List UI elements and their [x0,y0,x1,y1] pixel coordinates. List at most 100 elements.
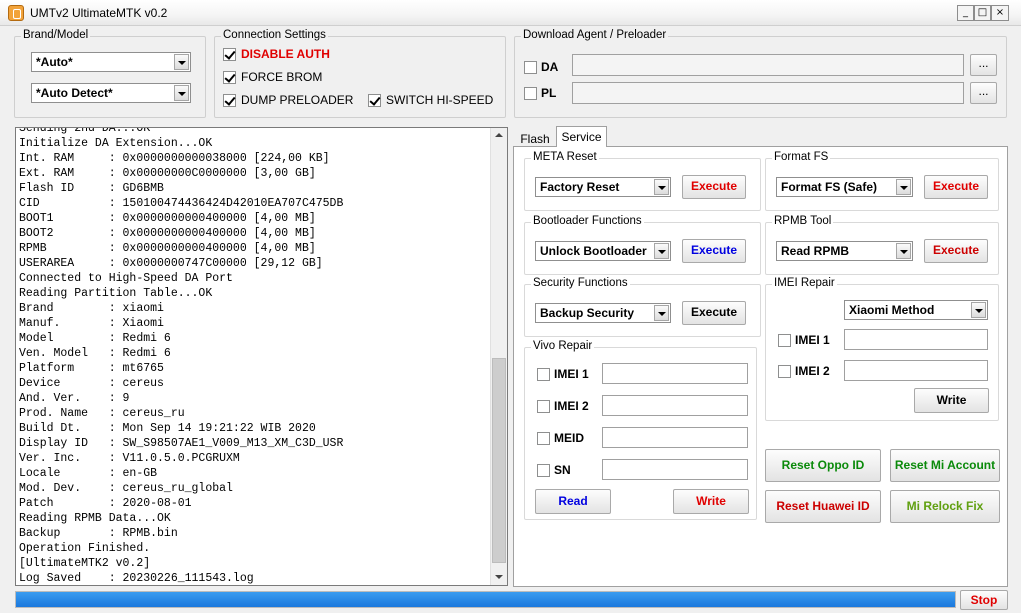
log-line: Log Saved : 20230226_111543.log [19,572,254,585]
vivo-repair-legend: Vivo Repair [531,340,595,352]
security-execute-button[interactable]: Execute [682,301,746,325]
rpmb-execute-button[interactable]: Execute [924,239,988,263]
reset-huawei-id-button[interactable]: Reset Huawei ID [765,490,881,523]
disable-auth-label: DISABLE AUTH [241,47,330,61]
format-fs-dropdown[interactable]: Format FS (Safe) [776,177,913,197]
meta-reset-execute-button[interactable]: Execute [682,175,746,199]
format-fs-value: Format FS (Safe) [781,180,878,194]
vivo-sn-checkbox[interactable] [537,464,550,477]
title-bar: UMTv2 UltimateMTK v0.2 _ □ × [0,0,1021,26]
model-dropdown[interactable]: *Auto Detect* [31,83,191,103]
model-dropdown-value: *Auto Detect* [36,86,113,100]
vivo-imei2-checkbox[interactable] [537,400,550,413]
imei-repair-legend: IMEI Repair [772,277,837,289]
security-dropdown[interactable]: Backup Security [535,303,671,323]
log-line: Sending 2nd DA...OK [19,127,151,135]
progress-bar [15,591,956,608]
close-button[interactable]: × [991,5,1009,21]
window-title: UMTv2 UltimateMTK v0.2 [30,6,168,20]
log-line: Connected to High-Speed DA Port [19,272,233,285]
bootloader-group: Bootloader Functions Unlock Bootloader E… [524,215,761,275]
log-line: [UltimateMTK2 v0.2] [19,557,151,570]
brand-model-group: Brand/Model *Auto* *Auto Detect* [14,29,206,118]
switch-hispeed-label: SWITCH HI-SPEED [386,93,494,107]
log-line: USERAREA : 0x0000000747C00000 [29,12 GB] [19,257,323,270]
vivo-imei2-input[interactable] [602,395,748,416]
scroll-down-button[interactable] [491,569,507,585]
log-line: Locale : en-GB [19,467,158,480]
imei1-input[interactable] [844,329,988,350]
imei1-checkbox[interactable] [778,334,791,347]
scroll-thumb[interactable] [492,358,506,563]
vivo-imei1-checkbox[interactable] [537,368,550,381]
connection-settings-legend: Connection Settings [221,29,328,41]
log-scrollbar[interactable] [490,128,507,585]
chevron-down-icon [896,179,911,195]
pl-browse-button[interactable]: ... [970,82,997,104]
pl-path-field[interactable] [572,82,964,104]
da-browse-button[interactable]: ... [970,54,997,76]
bootloader-dropdown[interactable]: Unlock Bootloader [535,241,671,261]
rpmb-value: Read RPMB [781,244,850,258]
chevron-down-icon [174,85,189,101]
brand-dropdown[interactable]: *Auto* [31,52,191,72]
progress-fill [16,592,955,607]
dump-preloader-checkbox[interactable] [223,94,236,107]
log-line: Initialize DA Extension...OK [19,137,213,150]
bootloader-value: Unlock Bootloader [540,244,647,258]
disable-auth-checkbox[interactable] [223,48,236,61]
arrow-down-icon [495,575,503,579]
chevron-down-icon [654,179,669,195]
log-line: Model : Redmi 6 [19,332,171,345]
format-fs-legend: Format FS [772,151,831,163]
da-checkbox[interactable] [524,61,537,74]
log-line: BOOT2 : 0x0000000000400000 [4,00 MB] [19,227,316,240]
bootloader-execute-button[interactable]: Execute [682,239,746,263]
tab-service[interactable]: Service [556,126,607,147]
vivo-imei1-input[interactable] [602,363,748,384]
vivo-meid-label: MEID [554,431,584,445]
log-lines: Sending 2nd DA...OK Initialize DA Extensi… [19,127,489,585]
force-brom-checkbox[interactable] [223,71,236,84]
chevron-down-icon [896,243,911,259]
minimize-button[interactable]: _ [957,5,974,21]
rpmb-tool-legend: RPMB Tool [772,215,834,227]
meta-reset-value: Factory Reset [540,180,620,194]
tab-flash[interactable]: Flash [515,129,555,146]
vivo-sn-input[interactable] [602,459,748,480]
mi-relock-fix-button[interactable]: Mi Relock Fix [890,490,1000,523]
pl-checkbox[interactable] [524,87,537,100]
download-agent-legend: Download Agent / Preloader [521,29,669,41]
format-fs-execute-button[interactable]: Execute [924,175,988,199]
vivo-meid-input[interactable] [602,427,748,448]
imei-method-dropdown[interactable]: Xiaomi Method [844,300,988,320]
meta-reset-legend: META Reset [531,151,599,163]
reset-oppo-id-button[interactable]: Reset Oppo ID [765,449,881,482]
reset-mi-account-button[interactable]: Reset Mi Account [890,449,1000,482]
pl-label: PL [541,86,557,100]
da-label: DA [541,60,559,74]
stop-button[interactable]: Stop [960,590,1008,610]
maximize-button[interactable]: □ [974,5,991,21]
log-panel[interactable]: Sending 2nd DA...OK Initialize DA Extensi… [15,127,508,586]
log-line: Prod. Name : cereus_ru [19,407,185,420]
meta-reset-dropdown[interactable]: Factory Reset [535,177,671,197]
meta-reset-group: META Reset Factory Reset Execute [524,151,761,211]
log-line: Ven. Model : Redmi 6 [19,347,171,360]
da-path-field[interactable] [572,54,964,76]
app-icon [8,5,24,21]
imei-write-button[interactable]: Write [914,388,989,413]
switch-hispeed-checkbox[interactable] [368,94,381,107]
vivo-write-button[interactable]: Write [673,489,749,514]
vivo-meid-checkbox[interactable] [537,432,550,445]
vivo-read-button[interactable]: Read [535,489,611,514]
scroll-up-button[interactable] [491,128,507,144]
log-line: And. Ver. : 9 [19,392,130,405]
imei2-input[interactable] [844,360,988,381]
vivo-repair-group: Vivo Repair IMEI 1 IMEI 2 MEID SN Read W… [524,340,757,520]
rpmb-dropdown[interactable]: Read RPMB [776,241,913,261]
security-legend: Security Functions [531,277,630,289]
security-value: Backup Security [540,306,635,320]
vivo-imei2-label: IMEI 2 [554,399,589,413]
imei2-checkbox[interactable] [778,365,791,378]
